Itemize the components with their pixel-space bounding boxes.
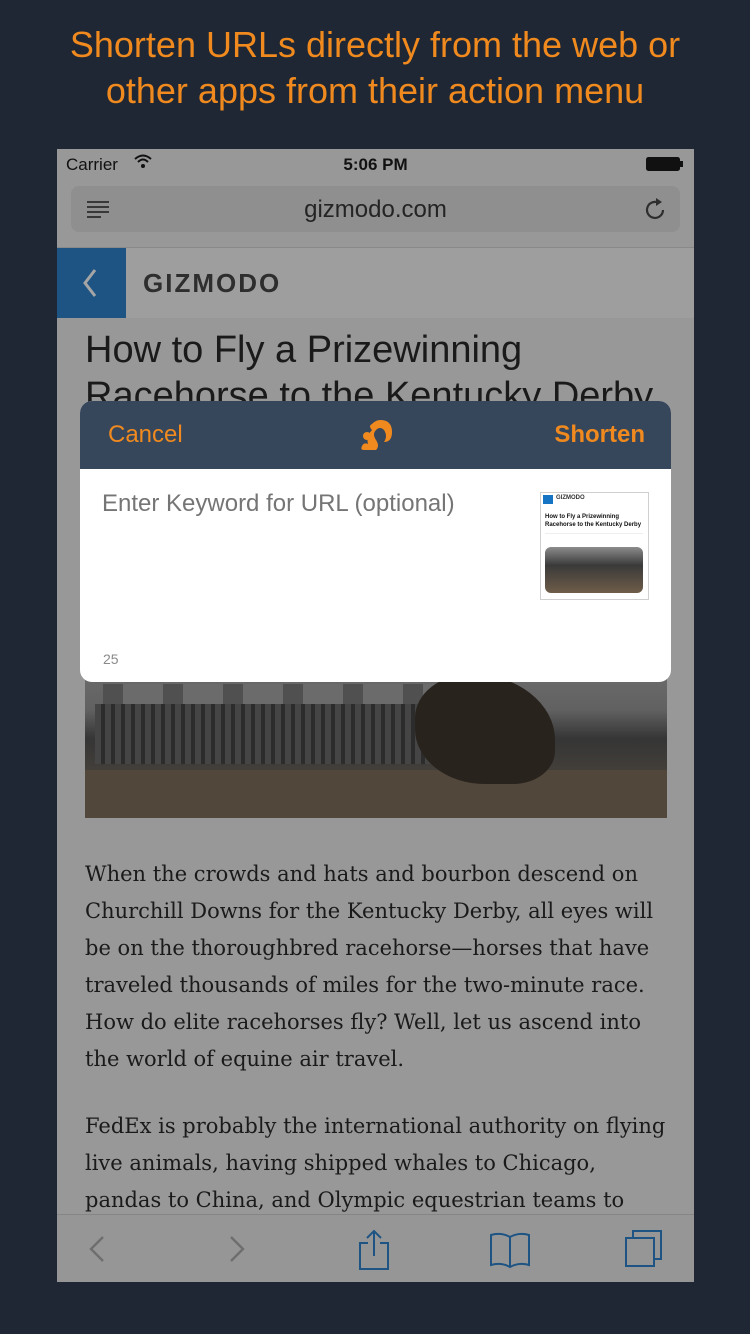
squirrel-logo-icon — [361, 420, 392, 450]
cancel-button[interactable]: Cancel — [108, 421, 183, 449]
phone-screen: Carrier 5:06 PM gizmodo.com GIZMODO How … — [57, 149, 694, 1282]
thumbnail-logo: GIZMODO — [556, 495, 585, 501]
keyword-input[interactable] — [102, 487, 502, 617]
thumbnail-image — [545, 547, 643, 593]
shorten-button[interactable]: Shorten — [554, 421, 645, 449]
share-sheet-header: Cancel Shorten — [80, 401, 671, 469]
modal-dim-overlay[interactable] — [57, 149, 694, 1282]
thumbnail-back-icon — [543, 495, 553, 504]
char-count: 25 — [103, 651, 119, 667]
promo-headline: Shorten URLs directly from the web or ot… — [0, 22, 750, 114]
promo-line-1: Shorten URLs directly from the web or — [69, 24, 681, 65]
page-thumbnail: GIZMODO How to Fly a Prizewinning Raceho… — [540, 492, 649, 600]
thumbnail-title: How to Fly a Prizewinning Racehorse to t… — [545, 514, 642, 528]
shorten-share-sheet: Cancel Shorten GIZMODO How to Fly a Priz… — [80, 401, 671, 682]
promo-line-2: other apps from their action menu — [105, 70, 645, 111]
thumbnail-meta — [545, 533, 643, 543]
